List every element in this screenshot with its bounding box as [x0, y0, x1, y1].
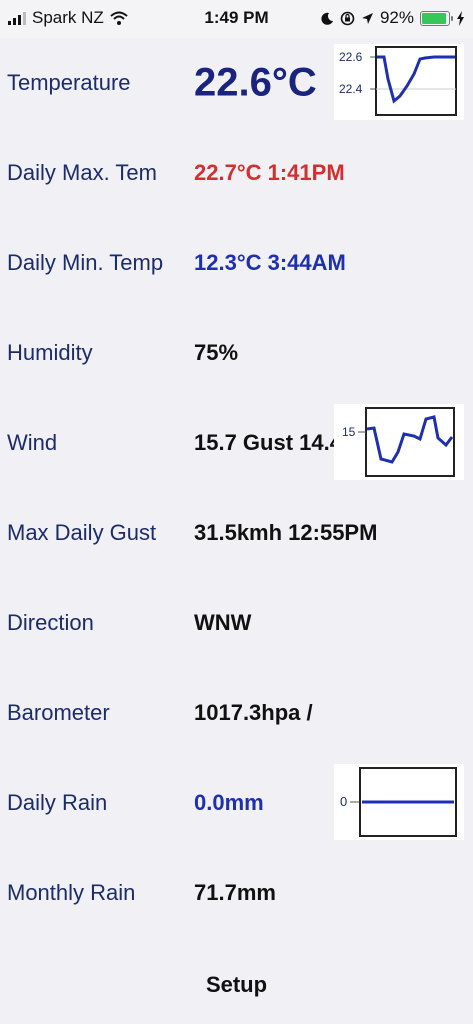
- row-daily-min-temp: Daily Min. Temp 12.3°C 3:44AM: [0, 218, 473, 308]
- barometer-label: Barometer: [7, 700, 110, 725]
- temperature-sparkline[interactable]: 22.6 22.4: [334, 44, 464, 120]
- rain-sparkline[interactable]: 0: [334, 764, 464, 840]
- wind-label: Wind: [7, 430, 58, 455]
- rain-sparkline-chart: 0: [340, 767, 457, 837]
- setup-button[interactable]: Setup: [0, 972, 473, 998]
- temperature-sparkline-chart: 22.6 22.4: [339, 46, 457, 116]
- battery-fill: [422, 12, 446, 24]
- rain-tick: 0: [340, 794, 347, 809]
- humidity-label: Humidity: [7, 340, 93, 365]
- max-daily-gust-label: Max Daily Gust: [7, 520, 157, 545]
- status-bar: Spark NZ 1:49 PM 92%: [0, 0, 473, 38]
- daily-rain-label: Daily Rain: [7, 790, 108, 815]
- daily-max-temp-value: 22.7°C 1:41PM: [194, 160, 345, 185]
- location-arrow-icon: [361, 12, 373, 24]
- barometer-value: 1017.3hpa /: [194, 700, 313, 725]
- orientation-lock-icon: [340, 11, 355, 25]
- status-right: 92%: [321, 8, 465, 28]
- temperature-tick-bottom: 22.4: [339, 82, 363, 96]
- wind-tick: 15: [342, 425, 356, 439]
- row-barometer: Barometer 1017.3hpa /: [0, 668, 473, 758]
- daily-max-temp-label: Daily Max. Tem: [7, 160, 157, 185]
- row-max-daily-gust: Max Daily Gust 31.5kmh 12:55PM: [0, 488, 473, 578]
- daily-min-temp-value: 12.3°C 3:44AM: [194, 250, 346, 275]
- temperature-value: 22.6°C: [194, 60, 317, 105]
- monthly-rain-label: Monthly Rain: [7, 880, 136, 905]
- direction-label: Direction: [7, 610, 94, 635]
- row-monthly-rain: Monthly Rain 71.7mm: [0, 848, 473, 938]
- row-humidity: Humidity 75%: [0, 308, 473, 398]
- wind-sparkline[interactable]: 15: [334, 404, 464, 480]
- battery-icon: [420, 10, 453, 26]
- wind-sparkline-chart: 15: [342, 407, 455, 477]
- max-daily-gust-value: 31.5kmh 12:55PM: [194, 520, 378, 545]
- row-direction: Direction WNW: [0, 578, 473, 668]
- moon-icon: [321, 12, 333, 25]
- row-daily-max-temp: Daily Max. Tem 22.7°C 1:41PM: [0, 128, 473, 218]
- temperature-tick-top: 22.6: [339, 50, 363, 64]
- temperature-label: Temperature: [7, 70, 131, 95]
- charging-bolt-icon: [457, 10, 464, 26]
- humidity-value: 75%: [194, 340, 239, 365]
- monthly-rain-value: 71.7mm: [194, 880, 276, 905]
- battery-percent: 92%: [379, 8, 414, 27]
- daily-min-temp-label: Daily Min. Temp: [7, 250, 164, 275]
- direction-value: WNW: [194, 610, 252, 635]
